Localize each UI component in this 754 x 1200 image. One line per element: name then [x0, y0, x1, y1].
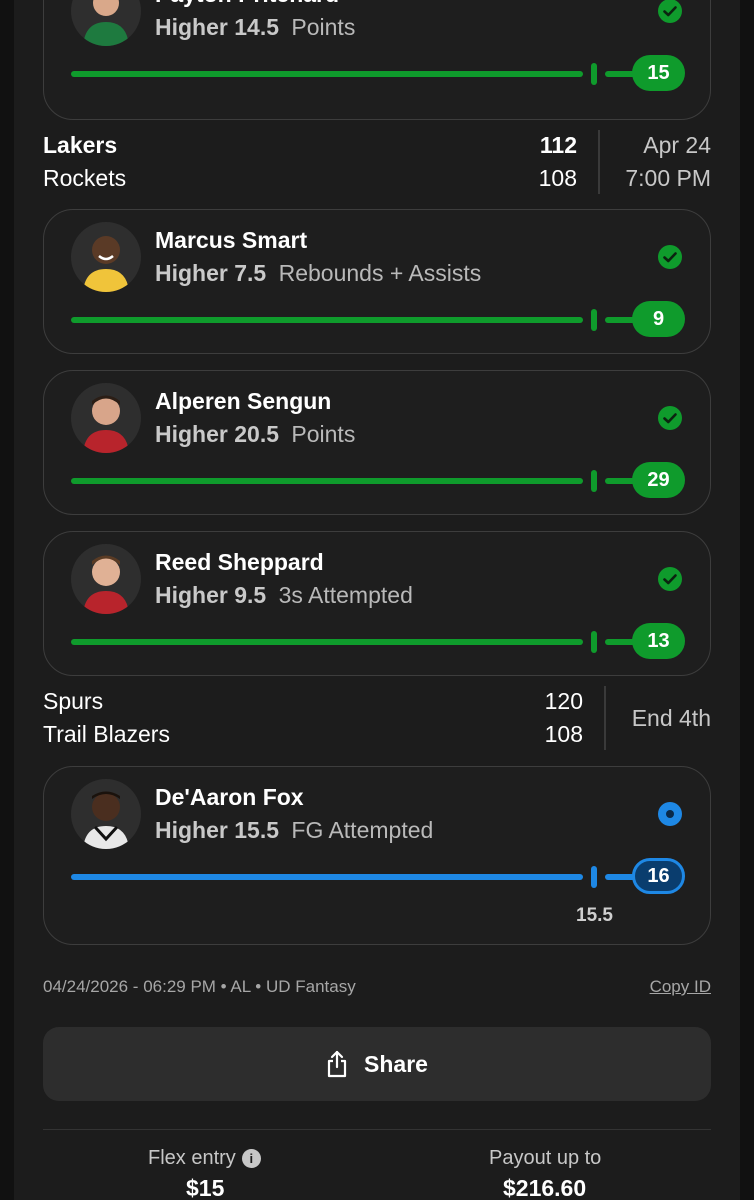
player-name: Marcus Smart: [155, 227, 308, 253]
team-score: 120: [544, 688, 583, 714]
progress-bar: [71, 317, 583, 323]
checkmark-icon: [657, 566, 683, 592]
copy-id-link[interactable]: Copy ID: [650, 977, 711, 997]
line-marker: [591, 631, 597, 653]
result-pill: 16: [632, 858, 685, 894]
line-marker: [591, 470, 597, 492]
team-name: Rockets: [43, 165, 127, 191]
pick-direction: Higher: [155, 260, 228, 286]
team-name: Trail Blazers: [43, 721, 170, 747]
pick-line-value: 15.5: [234, 817, 279, 843]
game-time: 7:00 PM: [625, 165, 711, 191]
share-icon: [326, 1050, 348, 1078]
progress-bar: [71, 639, 583, 645]
pick-card[interactable]: Payton Pritchard Higher 14.5 Points 15: [43, 0, 711, 120]
progress-bar: [71, 874, 583, 880]
live-dot-icon: [657, 801, 683, 827]
player-avatar: [71, 779, 141, 849]
pick-stat: Points: [291, 14, 356, 40]
result-pill: 9: [632, 301, 685, 337]
game-status: End 4th: [631, 705, 711, 731]
team-score: 108: [538, 165, 577, 191]
player-name: Reed Sheppard: [155, 549, 324, 575]
line-marker: [591, 309, 597, 331]
team-score: 108: [544, 721, 583, 747]
info-icon[interactable]: i: [241, 1149, 261, 1168]
pick-stat: Rebounds + Assists: [278, 260, 482, 286]
player-name: Alperen Sengun: [155, 388, 332, 414]
pick-line-value: 14.5: [234, 14, 279, 40]
player-avatar: [71, 0, 141, 46]
line-marker: [591, 866, 597, 888]
pick-line-value: 9.5: [234, 582, 267, 608]
progress-bar: [71, 71, 583, 77]
pick-line: Higher 9.5 3s Attempted: [155, 582, 413, 609]
progress-bar: [71, 478, 583, 484]
pick-direction: Higher: [155, 421, 228, 447]
share-label: Share: [364, 1050, 428, 1077]
entry-amount: $15: [186, 1175, 225, 1200]
pick-line-value: 7.5: [234, 260, 267, 286]
player-avatar: [71, 222, 141, 292]
line-marker: [591, 63, 597, 85]
checkmark-icon: [657, 244, 683, 270]
pick-card[interactable]: Alperen Sengun Higher 20.5 Points 29: [43, 370, 711, 515]
divider: [604, 686, 606, 750]
pick-direction: Higher: [155, 582, 228, 608]
pick-line: Higher 20.5 Points: [155, 421, 355, 448]
game-date: Apr 24: [643, 132, 711, 158]
pick-direction: Higher: [155, 14, 228, 40]
team-name: Spurs: [43, 688, 104, 714]
player-avatar: [71, 544, 141, 614]
team-name: Lakers: [43, 132, 118, 158]
divider: [43, 1129, 711, 1130]
pick-line: Higher 14.5 Points: [155, 14, 355, 41]
team-score: 112: [539, 132, 577, 158]
pick-direction: Higher: [155, 817, 228, 843]
entry-type-label: Flex entry i: [148, 1147, 261, 1170]
result-pill: 15: [632, 55, 685, 91]
checkmark-icon: [657, 405, 683, 431]
pick-stat: 3s Attempted: [278, 582, 413, 608]
pick-card[interactable]: De'Aaron Fox Higher 15.5 FG Attempted 16…: [43, 766, 711, 945]
pick-line: Higher 7.5 Rebounds + Assists: [155, 260, 481, 287]
entry-type-text: Flex entry: [148, 1147, 236, 1169]
player-name: Payton Pritchard: [155, 0, 339, 8]
payout-label: Payout up to: [489, 1147, 602, 1169]
pick-card[interactable]: Marcus Smart Higher 7.5 Rebounds + Assis…: [43, 209, 711, 354]
result-pill: 29: [632, 462, 685, 498]
checkmark-icon: [657, 0, 683, 24]
player-avatar: [71, 383, 141, 453]
pick-stat: Points: [291, 421, 356, 447]
entry-meta: 04/24/2026 - 06:29 PM • AL • UD Fantasy: [43, 977, 356, 996]
pick-card[interactable]: Reed Sheppard Higher 9.5 3s Attempted 13: [43, 531, 711, 676]
payout-amount: $216.60: [503, 1175, 587, 1200]
divider: [598, 130, 600, 194]
pick-line-value: 20.5: [234, 421, 279, 447]
share-button[interactable]: Share: [43, 1027, 711, 1101]
game-score: Lakers 112 Rockets 108 Apr 24 7:00 PM: [43, 130, 711, 196]
result-pill: 13: [632, 623, 685, 659]
player-name: De'Aaron Fox: [155, 784, 304, 810]
line-marker-label: 15.5: [576, 905, 613, 926]
pick-line: Higher 15.5 FG Attempted: [155, 817, 433, 844]
pick-stat: FG Attempted: [291, 817, 434, 843]
game-score: Spurs 120 Trail Blazers 108 End 4th: [43, 686, 711, 752]
